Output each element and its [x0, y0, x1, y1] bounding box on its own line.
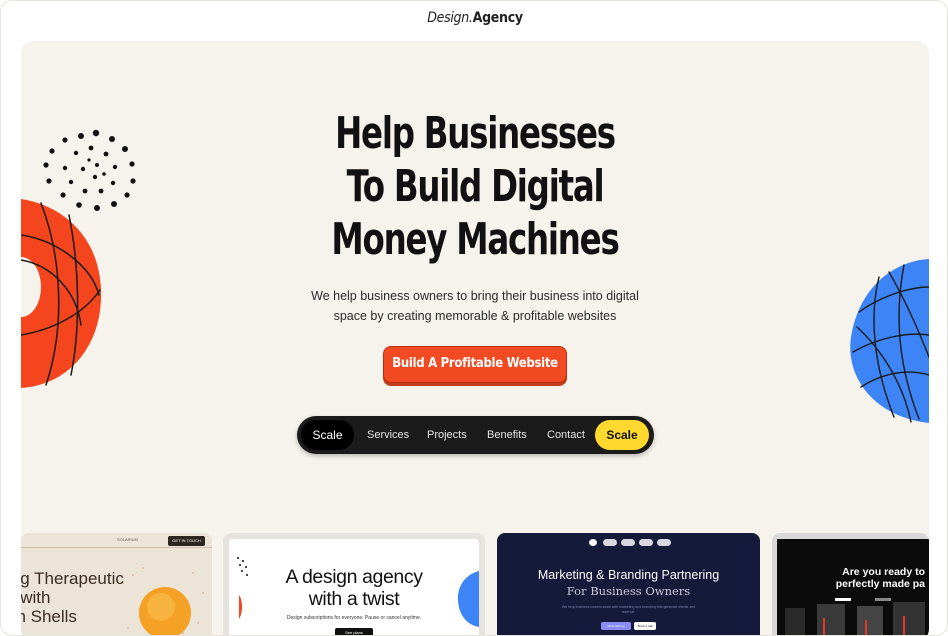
nav-item-projects[interactable]: Projects	[427, 416, 467, 454]
card-2-title: A design agency with a twist	[229, 566, 479, 610]
nav-scale-home[interactable]: Scale	[301, 420, 354, 450]
browser-frame: Design.Agency Help Businesses To Build D…	[0, 0, 948, 636]
card-4-title: Are you ready to perfectly made pa	[781, 566, 929, 590]
card-3-description: We help business owners scale with marke…	[561, 605, 696, 614]
nav-scale-cta[interactable]: Scale	[595, 420, 649, 450]
logo-part-design: Design.	[427, 10, 473, 26]
card-2-screen: A design agency with a twist Design subs…	[229, 539, 479, 635]
card-2-button[interactable]: See plans	[335, 628, 373, 635]
card-4-title-line-1: Are you ready to	[842, 566, 925, 578]
subtext-line-2: space by creating memorable & profitable…	[333, 309, 617, 323]
subtext-line-1: We help business owners to bring their b…	[311, 289, 639, 303]
logo-part-agency: Agency	[472, 10, 523, 26]
portfolio-card-4[interactable]: Are you ready to perfectly made pa	[772, 533, 929, 635]
nav-item-services[interactable]: Services	[367, 416, 409, 454]
card-2-subtitle: Design subscriptions for everyone. Pause…	[286, 615, 422, 621]
card-3-nav-pill	[603, 539, 617, 546]
headline-line-1: Help Businesses	[335, 108, 616, 159]
card-3-primary-button[interactable]: Work with us	[601, 622, 631, 630]
card-3-subtitle: For Business Owners	[566, 584, 691, 598]
card-2-title-line-1: A design agency	[285, 566, 423, 588]
brand-logo[interactable]: Design.Agency	[1, 10, 947, 26]
red-blob-decoration	[21, 199, 102, 388]
card-contact-button[interactable]: GET IN TOUCH	[168, 536, 205, 546]
card-3-nav-pill	[639, 539, 653, 546]
card-4-title-line-2: perfectly made pa	[835, 578, 925, 590]
card-4-product-image	[785, 598, 925, 635]
floating-nav: Scale Services Projects Benefits Contact…	[297, 416, 654, 454]
card-1-title-line-3: on Shells	[21, 607, 77, 626]
hero-subtext: We help business owners to bring their b…	[275, 286, 675, 326]
card-3-logo	[589, 539, 597, 546]
portfolio-card-2[interactable]: A design agency with a twist Design subs…	[223, 533, 485, 635]
card-3-nav-pill	[657, 539, 671, 546]
build-website-button[interactable]: Build A Profitable Website	[383, 346, 567, 383]
portfolio-card-1[interactable]: SOLARIUM GET IN TOUCH ing Therapeutic y …	[21, 533, 212, 635]
hero-headline: Help Businesses To Build Digital Money M…	[103, 107, 848, 266]
card-3-nav-pill	[621, 539, 635, 546]
headline-line-3: Money Machines	[331, 214, 619, 265]
nav-item-benefits[interactable]: Benefits	[487, 416, 527, 454]
card-2-title-line-2: with a twist	[308, 588, 400, 610]
card-4-screen: Are you ready to perfectly made pa	[777, 539, 929, 635]
portfolio-card-3[interactable]: Marketing & Branding Partnering For Busi…	[497, 533, 760, 635]
headline-line-2: To Build Digital	[346, 161, 605, 212]
hero-section: Help Businesses To Build Digital Money M…	[21, 41, 929, 635]
card-1-title: ing Therapeutic y with on Shells	[21, 569, 212, 626]
card-3-secondary-button[interactable]: Book a call	[634, 622, 656, 630]
card-logo: SOLARIUM	[117, 537, 138, 542]
nav-item-contact[interactable]: Contact	[547, 416, 585, 454]
card-divider	[21, 547, 212, 548]
card-1-title-line-2: y with	[21, 588, 51, 607]
blue-blob-decoration	[850, 259, 929, 423]
card-1-title-line-1: ing Therapeutic	[21, 569, 124, 588]
card-3-title: Marketing & Branding Partnering	[537, 568, 720, 582]
top-bar: Design.Agency	[1, 1, 947, 41]
